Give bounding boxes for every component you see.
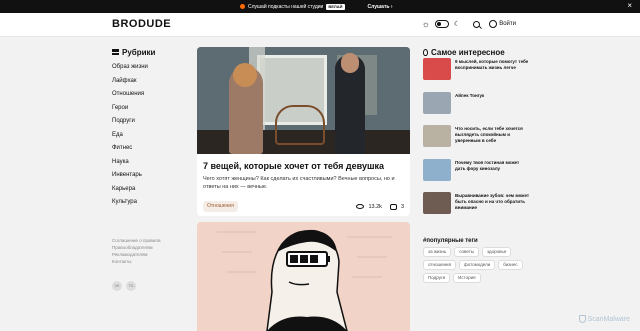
tag-button[interactable]: советы — [454, 247, 480, 257]
popular-heading: Самое интересное — [423, 46, 533, 58]
rubric-item[interactable]: Карьера — [112, 183, 192, 197]
promo-text: Слушай подкасты нашей студии — [248, 3, 324, 10]
article-title[interactable]: 7 вещей, которые хочет от тебя девушка — [203, 161, 404, 173]
popular-item-title[interactable]: Выравнивание зубов: чем может быть опасн… — [455, 193, 530, 211]
social-links: VK TG — [112, 281, 136, 291]
rubrics-title: Рубрики — [122, 47, 156, 57]
footer-links: Соглашение о правила Правообладателям Ре… — [112, 237, 161, 265]
article-excerpt: Чего хотят женщины? Как сделать их счаст… — [203, 176, 395, 190]
rubrics-icon — [112, 49, 119, 55]
tag-button[interactable]: отношения — [423, 260, 457, 270]
login-button[interactable]: Войти — [489, 20, 516, 28]
popular-item-thumb[interactable] — [423, 58, 451, 80]
user-icon — [489, 20, 498, 28]
views-count: 13.2k — [368, 203, 382, 210]
rubric-item[interactable]: Наука — [112, 156, 192, 170]
footer-link[interactable]: Соглашение о правила — [112, 237, 161, 244]
tag-button[interactable]: за жизнь — [423, 247, 452, 257]
popular-item-thumb[interactable] — [423, 192, 451, 214]
footer-link[interactable]: Рекламодателям — [112, 251, 161, 258]
article-image[interactable] — [197, 47, 410, 154]
rubric-item[interactable]: Образ жизни — [112, 61, 192, 75]
rubrics-list: Образ жизни Лайфхак Отношения Герои Подр… — [112, 61, 192, 210]
rubric-item[interactable]: Фитнес — [112, 142, 192, 156]
article-card-image[interactable] — [197, 222, 410, 331]
popular-tags-title: #популярные теги — [423, 238, 478, 244]
rubrics-heading: Рубрики — [112, 46, 192, 58]
rubric-item[interactable]: Культура — [112, 196, 192, 210]
flame-icon — [423, 48, 428, 56]
article-card[interactable]: 7 вещей, которые хочет от тебя девушка Ч… — [197, 47, 410, 216]
rubric-item[interactable]: Герои — [112, 102, 192, 116]
popular-item[interactable]: Айпек Тонгук — [423, 91, 533, 126]
site-header: BRODUDE ☼ ☾ Войти — [0, 13, 640, 37]
moon-icon[interactable]: ☾ — [454, 20, 460, 28]
article-tag[interactable]: Отношения — [203, 201, 238, 212]
popular-item-title[interactable]: Айпек Тонгук — [455, 93, 530, 99]
podcast-icon — [240, 4, 245, 9]
popular-item-thumb[interactable] — [423, 91, 451, 114]
login-label: Войти — [499, 21, 516, 27]
popular-item[interactable]: Что носить, если тебе хочется выглядеть … — [423, 125, 533, 159]
rubrics-sidebar: Рубрики Образ жизни Лайфхак Отношения Ге… — [112, 46, 192, 210]
popular-item[interactable]: 9 мыслей, которые помогут тебе восприним… — [423, 58, 533, 92]
tag-button[interactable]: фотомодели — [459, 260, 496, 270]
theme-toggle[interactable] — [434, 20, 449, 28]
popular-title: Самое интересное — [431, 47, 505, 57]
rubric-item[interactable]: Отношения — [112, 88, 192, 102]
rubric-item[interactable]: Подруги — [112, 115, 192, 129]
telegram-icon[interactable]: TG — [126, 281, 136, 291]
shield-icon — [578, 315, 586, 323]
search-icon[interactable] — [473, 20, 481, 28]
popular-item-title[interactable]: Почему твоя гостиная может дать фору кин… — [455, 160, 530, 172]
close-icon[interactable]: × — [627, 2, 632, 10]
promo-brand-logo: ВЕЛАЙ — [326, 3, 345, 10]
popular-sidebar: Самое интересное 9 мыслей, которые помог… — [423, 46, 533, 226]
popular-item[interactable]: Выравнивание зубов: чем может быть опасн… — [423, 192, 533, 226]
footer-link[interactable]: Правообладателям — [112, 244, 161, 251]
popular-item-title[interactable]: Что носить, если тебе хочется выглядеть … — [455, 126, 530, 144]
tag-button[interactable]: бизнес — [498, 260, 523, 270]
eye-icon — [356, 204, 365, 209]
rubric-item[interactable]: Еда — [112, 129, 192, 143]
rubric-item[interactable]: Инвентарь — [112, 169, 192, 183]
promo-listen-link[interactable]: Слушать › — [368, 4, 393, 10]
comment-icon — [389, 203, 397, 210]
comments-count: 3 — [400, 203, 404, 210]
tag-button[interactable]: здоровье — [482, 247, 512, 257]
footer-link[interactable]: Контакты — [112, 258, 161, 265]
illustration-man-battery — [217, 229, 392, 331]
rubric-item[interactable]: Лайфхак — [112, 75, 192, 89]
popular-item[interactable]: Почему твоя гостиная может дать фору кин… — [423, 158, 533, 193]
tag-button[interactable]: История — [453, 273, 481, 283]
site-logo[interactable]: BRODUDE — [112, 18, 171, 30]
promo-listen-label: Слушать — [367, 3, 390, 10]
tag-button[interactable]: Подруги — [423, 273, 451, 283]
popular-tags: за жизнь советы здоровье отношения фотом… — [423, 247, 523, 283]
popular-item-thumb[interactable] — [423, 125, 451, 147]
article-stats: 13.2k 3 — [356, 203, 404, 210]
popular-item-thumb[interactable] — [423, 158, 451, 181]
vk-icon[interactable]: VK — [112, 281, 122, 291]
promo-bar[interactable]: Слушай подкасты нашей студии ВЕЛАЙ Слуша… — [0, 0, 640, 13]
watermark: ScanMalware — [578, 315, 630, 323]
chevron-right-icon: › — [390, 3, 393, 10]
sun-icon[interactable]: ☼ — [422, 19, 430, 29]
popular-item-title[interactable]: 9 мыслей, которые помогут тебе восприним… — [455, 59, 530, 71]
watermark-text: ScanMalware — [587, 315, 630, 323]
